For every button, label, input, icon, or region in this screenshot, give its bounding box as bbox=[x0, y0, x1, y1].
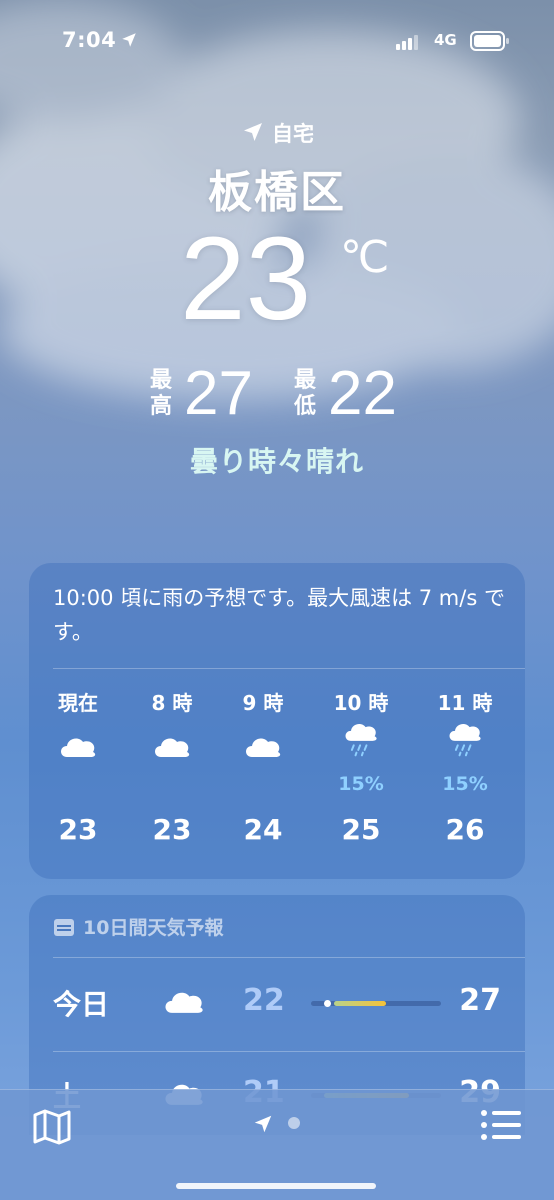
status-time: 7:04 bbox=[62, 28, 117, 52]
cloud-icon bbox=[155, 738, 190, 757]
location-arrow-icon bbox=[120, 31, 138, 53]
precipitation-probability: 15% bbox=[442, 773, 488, 795]
hour-column: 8 時 23 bbox=[127, 687, 217, 867]
map-icon[interactable] bbox=[32, 1108, 72, 1150]
calendar-icon bbox=[53, 917, 75, 942]
high-low-temperatures: 最 高 27 最 低 22 bbox=[0, 362, 554, 426]
high-temperature: 27 bbox=[184, 359, 253, 428]
page-dot[interactable] bbox=[288, 1117, 300, 1129]
low-label-2: 低 bbox=[293, 394, 316, 419]
hour-label: 11 時 bbox=[437, 691, 493, 715]
hour-temperature: 25 bbox=[341, 813, 381, 846]
low-temperature: 22 bbox=[328, 359, 397, 428]
divider bbox=[53, 668, 525, 669]
home-indicator[interactable] bbox=[176, 1183, 376, 1189]
current-temperature-dot bbox=[323, 1000, 331, 1007]
city-name: 板橋区 bbox=[208, 167, 346, 218]
cloud-icon bbox=[165, 992, 203, 1013]
location-arrow-icon bbox=[240, 120, 266, 149]
hour-column: 9 時 24 bbox=[218, 687, 308, 867]
day-high: 27 bbox=[459, 983, 501, 1018]
ten-day-title: 10日間天気予報 bbox=[53, 913, 223, 942]
divider bbox=[53, 1051, 525, 1052]
signal-icon bbox=[396, 34, 422, 54]
status-bar: 7:04 4G bbox=[0, 28, 554, 58]
temperature-range-fill bbox=[334, 1001, 387, 1006]
current-temperature: 23 bbox=[180, 213, 312, 345]
cloud-icon bbox=[61, 738, 96, 757]
list-icon[interactable] bbox=[480, 1108, 522, 1146]
day-name: 今日 bbox=[53, 988, 110, 1021]
day-low: 22 bbox=[243, 983, 285, 1018]
hour-column: 10 時 15% 25 bbox=[316, 687, 406, 867]
network-type: 4G bbox=[434, 31, 457, 49]
hourly-forecast-card[interactable]: 10:00 頃に雨の予想です。最大風速は 7 m/s です。 現在 23 8 時… bbox=[29, 563, 525, 879]
weather-condition: 曇り時々晴れ bbox=[189, 445, 364, 478]
cloud-rain-icon bbox=[345, 724, 377, 757]
location-arrow-icon[interactable] bbox=[252, 1113, 274, 1139]
forecast-summary: 10:00 頃に雨の予想です。最大風速は 7 m/s です。 bbox=[53, 586, 505, 644]
hour-temperature: 26 bbox=[445, 813, 485, 846]
hour-temperature: 23 bbox=[58, 813, 98, 846]
hour-temperature: 24 bbox=[243, 813, 283, 846]
precipitation-probability: 15% bbox=[338, 773, 384, 795]
cloud-icon bbox=[246, 738, 281, 757]
temperature-unit: ℃ bbox=[340, 232, 390, 283]
high-label-2: 高 bbox=[149, 394, 172, 419]
hour-temperature: 23 bbox=[152, 813, 192, 846]
high-label-1: 最 bbox=[149, 368, 172, 393]
hour-label: 8 時 bbox=[151, 691, 193, 715]
ten-day-title-text: 10日間天気予報 bbox=[83, 917, 224, 939]
location-label: 自宅 bbox=[272, 122, 314, 146]
temperature-range-bar bbox=[311, 1000, 441, 1007]
hour-label: 9 時 bbox=[242, 691, 284, 715]
hour-column: 11 時 15% 26 bbox=[420, 687, 510, 867]
battery-icon bbox=[470, 31, 510, 55]
hour-label: 10 時 bbox=[333, 691, 389, 715]
cloud-rain-icon bbox=[449, 724, 481, 757]
location-label-row: 自宅 bbox=[0, 118, 554, 149]
divider bbox=[53, 957, 525, 958]
day-row[interactable]: 今日 22 27 bbox=[29, 973, 525, 1033]
hour-column: 現在 23 bbox=[33, 687, 123, 867]
low-label-1: 最 bbox=[293, 368, 316, 393]
hour-label: 現在 bbox=[58, 691, 98, 715]
